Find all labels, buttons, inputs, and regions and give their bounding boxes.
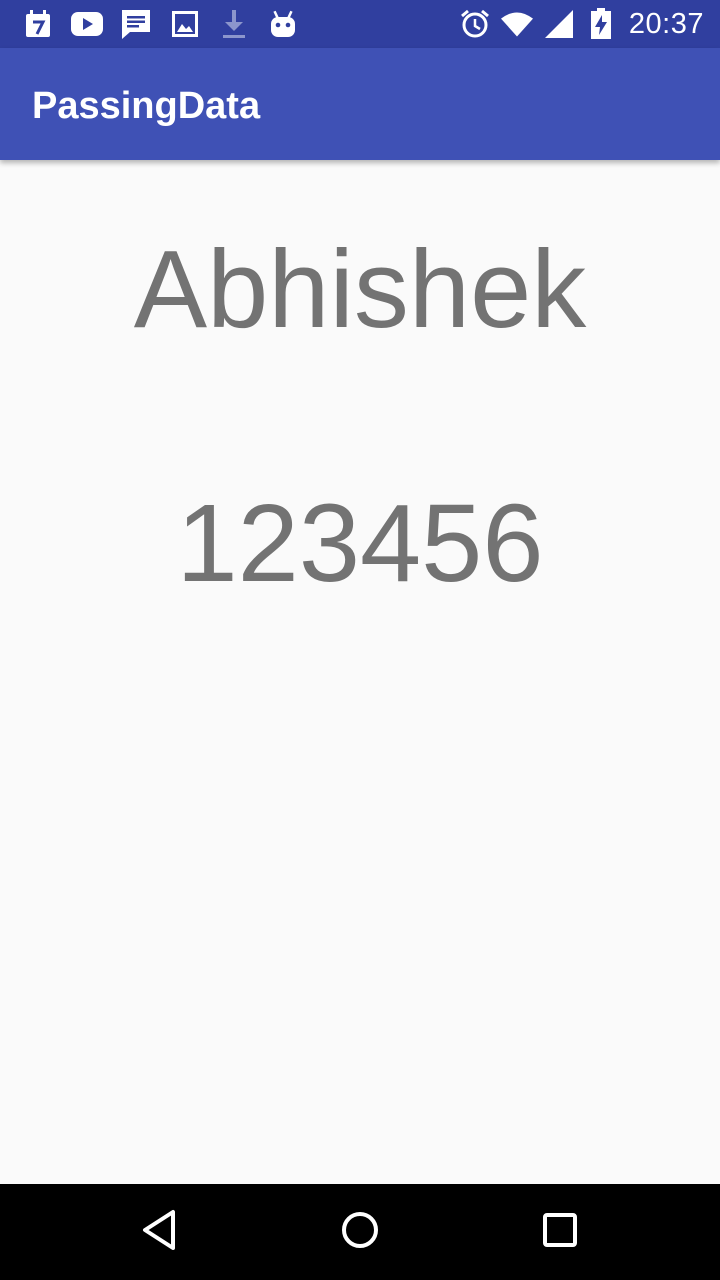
main-content: Abhishek 123456 (0, 160, 720, 1184)
name-text: Abhishek (133, 228, 587, 351)
home-button[interactable] (332, 1204, 388, 1260)
back-button[interactable] (132, 1204, 188, 1260)
status-time: 20:37 (628, 7, 704, 40)
battery-icon (585, 8, 617, 40)
download-icon (218, 8, 250, 40)
android-icon (267, 8, 299, 40)
calendar-icon (22, 8, 54, 40)
message-icon (120, 8, 152, 40)
image-icon (169, 8, 201, 40)
number-text: 123456 (176, 482, 544, 605)
signal-icon (543, 8, 575, 40)
back-icon (140, 1208, 180, 1256)
recents-button[interactable] (532, 1204, 588, 1260)
recents-icon (542, 1212, 578, 1252)
app-bar: PassingData (0, 48, 720, 160)
youtube-icon (71, 8, 103, 40)
navigation-bar (0, 1184, 720, 1280)
status-bar: 20:37 (0, 0, 720, 48)
wifi-icon (500, 8, 533, 40)
home-icon (340, 1210, 380, 1254)
alarm-icon (459, 8, 491, 40)
notification-icons (22, 8, 316, 40)
system-status-icons: 20:37 (449, 6, 704, 42)
app-title: PassingData (32, 85, 261, 127)
